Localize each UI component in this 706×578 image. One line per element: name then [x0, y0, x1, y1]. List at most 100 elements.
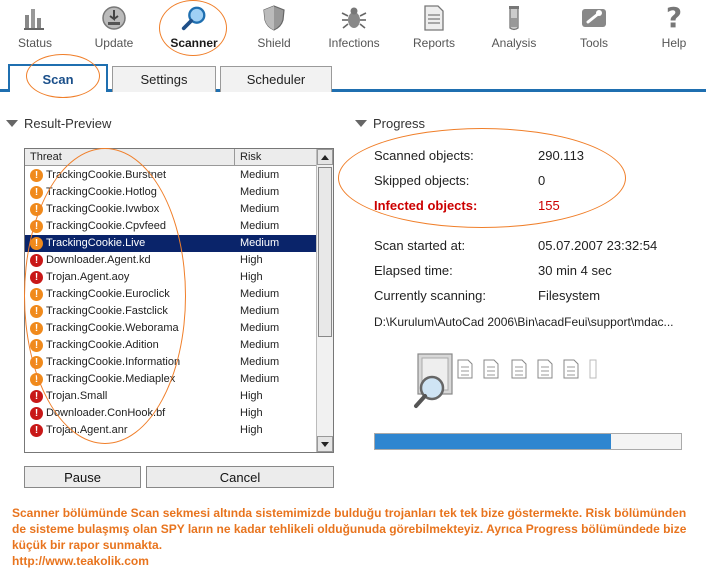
toolbar-status-label: Status: [17, 36, 53, 50]
table-row[interactable]: ! TrackingCookie.Fastclick Medium: [25, 303, 317, 320]
table-row[interactable]: ! TrackingCookie.Weborama Medium: [25, 320, 317, 337]
high-risk-icon: !: [30, 390, 43, 403]
scan-magnifier-icon: [414, 353, 597, 408]
toolbar-status[interactable]: Status: [0, 4, 70, 54]
tab-scheduler[interactable]: Scheduler: [220, 66, 332, 92]
threat-name: TrackingCookie.Euroclick: [46, 288, 170, 300]
toolbar-tools[interactable]: Tools: [559, 4, 629, 54]
table-row[interactable]: ! TrackingCookie.Cpvfeed Medium: [25, 218, 317, 235]
threat-name: TrackingCookie.Information: [46, 356, 181, 368]
table-row[interactable]: ! TrackingCookie.Burstnet Medium: [25, 167, 317, 184]
threat-risk: Medium: [240, 373, 280, 385]
table-row[interactable]: ! Trojan.Agent.aoy High: [25, 269, 317, 286]
collapse-triangle-icon: [355, 120, 367, 127]
infected-objects-label: Infected objects:: [374, 198, 478, 213]
cancel-button[interactable]: Cancel: [146, 466, 334, 488]
table-row[interactable]: ! TrackingCookie.Hotlog Medium: [25, 184, 317, 201]
toolbar-shield-label: Shield: [257, 36, 291, 50]
toolbar-scanner[interactable]: Scanner: [159, 4, 229, 54]
toolbar-infections[interactable]: Infections: [319, 4, 389, 54]
table-header: Threat Risk: [25, 149, 317, 166]
threat-table[interactable]: Threat Risk ! TrackingCookie.Burstnet Medi…: [24, 148, 334, 453]
skipped-objects-value: 0: [538, 173, 546, 188]
medium-risk-icon: !: [30, 186, 43, 199]
threat-name: TrackingCookie.Mediaplex: [46, 373, 176, 385]
threat-name: Downloader.Agent.kd: [46, 254, 151, 266]
main-toolbar: Status Update Scanner Shield Infections …: [0, 0, 706, 56]
threat-risk: Medium: [240, 339, 280, 351]
toolbar-shield[interactable]: Shield: [239, 4, 309, 54]
help-icon: ?: [665, 1, 683, 34]
column-header-risk[interactable]: Risk: [235, 149, 317, 165]
table-row[interactable]: ! TrackingCookie.Ivwbox Medium: [25, 201, 317, 218]
table-row[interactable]: ! TrackingCookie.Adition Medium: [25, 337, 317, 354]
progress-header[interactable]: Progress: [355, 116, 425, 131]
threat-name: TrackingCookie.Adition: [46, 339, 159, 351]
threat-name: TrackingCookie.Weborama: [46, 322, 179, 334]
scanned-objects-value: 290.113: [538, 148, 585, 163]
table-row[interactable]: ! TrackingCookie.Information Medium: [25, 354, 317, 371]
toolbar-infections-label: Infections: [328, 36, 380, 50]
threat-name: TrackingCookie.Cpvfeed: [46, 220, 167, 232]
table-row[interactable]: ! Downloader.Agent.kd High: [25, 252, 317, 269]
scan-progress-fill: [375, 434, 611, 449]
threat-risk: Medium: [240, 220, 280, 232]
table-row[interactable]: ! Downloader.ConHook.bf High: [25, 405, 317, 422]
scan-progress-bar: [374, 433, 682, 450]
caption: Scanner bölümünde Scan sekmesi altında s…: [12, 505, 702, 569]
table-row[interactable]: ! TrackingCookie.Live Medium: [25, 235, 317, 252]
caption-text: Scanner bölümünde Scan sekmesi altında s…: [12, 506, 687, 552]
elapsed-time-value: 30 min 4 sec: [538, 263, 612, 278]
pause-button[interactable]: Pause: [24, 466, 141, 488]
progress-title: Progress: [373, 116, 426, 131]
collapse-triangle-icon: [6, 120, 18, 127]
tools-icon: [580, 4, 608, 32]
threat-name: TrackingCookie.Hotlog: [46, 186, 157, 198]
table-row[interactable]: ! Trojan.Small High: [25, 388, 317, 405]
scanned-objects-label: Scanned objects:: [374, 148, 474, 163]
high-risk-icon: !: [30, 407, 43, 420]
tab-scan[interactable]: Scan: [8, 64, 108, 92]
skipped-objects-label: Skipped objects:: [374, 173, 470, 188]
high-risk-icon: !: [30, 424, 43, 437]
table-row[interactable]: ! TrackingCookie.Mediaplex Medium: [25, 371, 317, 388]
toolbar-analysis[interactable]: Analysis: [479, 4, 549, 54]
table-row[interactable]: ! Trojan.Agent.anr High: [25, 422, 317, 439]
threat-risk: Medium: [240, 203, 280, 215]
threat-risk: Medium: [240, 322, 280, 334]
high-risk-icon: !: [30, 254, 43, 267]
threat-risk: Medium: [240, 186, 280, 198]
toolbar-update[interactable]: Update: [79, 4, 149, 54]
scroll-down-button[interactable]: [317, 436, 333, 452]
scan-started-value: 05.07.2007 23:32:54: [538, 238, 658, 253]
vertical-scrollbar[interactable]: [316, 149, 333, 452]
threat-risk: Medium: [240, 305, 280, 317]
scanner-icon: [180, 4, 208, 32]
threat-rows: ! TrackingCookie.Burstnet Medium! TrackingC…: [25, 167, 317, 439]
caption-url: http://www.teakolik.com: [12, 554, 149, 568]
scan-started-label: Scan started at:: [374, 238, 466, 253]
threat-risk: Medium: [240, 237, 280, 249]
report-icon: [420, 4, 448, 32]
threat-risk: High: [240, 271, 263, 283]
threat-name: Downloader.ConHook.bf: [46, 407, 166, 419]
scroll-up-button[interactable]: [317, 149, 333, 165]
bug-icon: [340, 4, 368, 32]
threat-risk: High: [240, 424, 263, 436]
elapsed-time-label: Elapsed time:: [374, 263, 453, 278]
toolbar-help[interactable]: ? Help: [639, 4, 706, 54]
table-row[interactable]: ! TrackingCookie.Euroclick Medium: [25, 286, 317, 303]
toolbar-tools-label: Tools: [579, 36, 608, 50]
toolbar-update-label: Update: [94, 36, 134, 50]
scroll-thumb[interactable]: [318, 167, 332, 337]
threat-name: Trojan.Agent.anr: [46, 424, 128, 436]
tab-bar: Scan Settings Scheduler: [0, 62, 706, 92]
currently-scanning-label: Currently scanning:: [374, 288, 486, 303]
medium-risk-icon: !: [30, 339, 43, 352]
tab-settings[interactable]: Settings: [112, 66, 216, 92]
current-file-path: D:\Kurulum\AutoCad 2006\Bin\acadFeui\sup…: [374, 315, 674, 329]
status-icon: [21, 4, 49, 32]
result-preview-header[interactable]: Result-Preview: [6, 116, 111, 131]
toolbar-reports[interactable]: Reports: [399, 4, 469, 54]
column-header-threat[interactable]: Threat: [25, 149, 235, 165]
